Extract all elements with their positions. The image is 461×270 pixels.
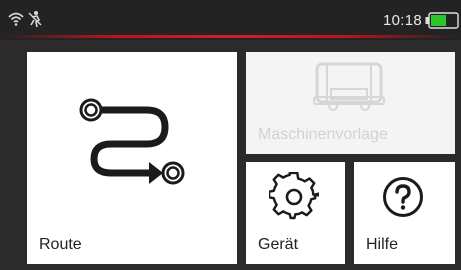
- route-tile[interactable]: Route: [27, 52, 237, 264]
- route-label: Route: [39, 236, 82, 253]
- help-label: Hilfe: [366, 236, 399, 253]
- help-tile[interactable]: Hilfe: [354, 162, 455, 264]
- wifi-icon: [8, 12, 24, 26]
- machine-template-tile[interactable]: Maschinenvorlage: [246, 52, 455, 154]
- machine-template-label: Maschinenvorlage: [258, 126, 388, 143]
- clock: 10:18: [383, 12, 423, 29]
- no-sync-icon: [28, 11, 42, 28]
- device-tile[interactable]: Gerät: [246, 162, 345, 264]
- status-bar: 10:18: [0, 0, 461, 40]
- battery-icon: [425, 12, 459, 29]
- status-accent-line: [0, 35, 461, 38]
- gear-icon: [269, 172, 319, 220]
- machine-icon: [313, 62, 385, 111]
- help-icon: [383, 177, 423, 217]
- device-label: Gerät: [258, 236, 299, 253]
- route-icon: [79, 98, 185, 185]
